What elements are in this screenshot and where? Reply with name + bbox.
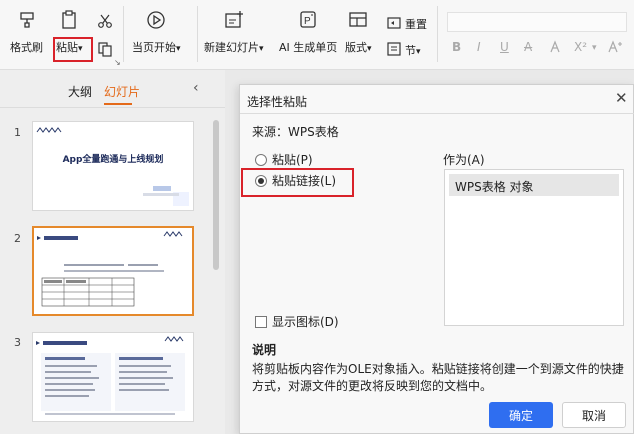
dialog-divider [240, 113, 634, 114]
show-icon-label: 显示图标(D) [272, 315, 339, 329]
source-label: 来源：WPS表格 [252, 125, 339, 139]
section-button-label[interactable]: 节▾ [405, 42, 421, 58]
from-current-slide-label: 当页开始▾ [132, 39, 181, 55]
chevron-down-icon: ▾ [259, 44, 264, 54]
as-list-item[interactable]: WPS表格 对象 [449, 174, 619, 196]
close-icon[interactable]: ✕ [615, 89, 628, 107]
new-slide-label: 新建幻灯片▾ [204, 39, 264, 55]
collapse-panel-icon[interactable]: ‹ [193, 80, 199, 96]
slide-thumbnail-3[interactable] [32, 332, 194, 422]
layout-label: 版式▾ [345, 39, 372, 55]
ai-generate-slide-button[interactable]: P AI 生成单页 [279, 10, 337, 55]
svg-text:P: P [304, 16, 311, 27]
from-current-text: 当页开始 [132, 41, 176, 54]
layout-button[interactable]: 版式▾ [345, 10, 372, 55]
paste-option-label: 粘贴(P) [272, 153, 313, 167]
panel-scrollbar[interactable] [213, 120, 219, 270]
underline-button[interactable]: U [500, 40, 509, 54]
text-effect-icon [608, 40, 622, 53]
slide-thumbnail-2[interactable] [32, 226, 194, 316]
paste-highlight-box [53, 37, 93, 62]
scissors-icon[interactable] [96, 12, 114, 30]
slide-1-preview [36, 127, 189, 206]
ai-generate-slide-label: AI 生成单页 [279, 41, 338, 54]
chevron-down-icon: ▾ [416, 47, 421, 57]
strikethrough-button[interactable]: A [524, 40, 532, 54]
clipboard-dialog-launcher-icon[interactable]: ↘ [114, 58, 121, 67]
section-text: 节 [405, 44, 416, 57]
description-title: 说明 [252, 343, 277, 357]
slide-number: 3 [14, 336, 21, 349]
reset-button-label[interactable]: 重置 [405, 16, 427, 32]
new-slide-icon [224, 10, 244, 30]
section-icon[interactable] [385, 40, 403, 58]
font-name-select[interactable] [447, 12, 627, 32]
slide-3-preview [36, 336, 185, 415]
as-label: 作为(A) [443, 153, 485, 167]
play-icon [146, 10, 166, 30]
from-current-slide-button[interactable]: 当页开始▾ [132, 10, 181, 55]
format-painter-label: 格式刷 [10, 41, 43, 54]
show-icon-option[interactable]: 显示图标(D) [255, 313, 339, 330]
italic-button[interactable]: I [477, 40, 481, 54]
chevron-down-icon[interactable]: ▾ [592, 43, 597, 53]
slide-number: 1 [14, 126, 21, 139]
dialog-title: 选择性粘贴 [247, 95, 308, 109]
slide-number: 2 [14, 232, 21, 245]
superscript-button[interactable]: X² [574, 40, 587, 54]
ribbon-divider [437, 6, 438, 62]
description-text: 将剪贴板内容作为OLE对象插入。粘贴链接将创建一个到源文件的快捷方式，对源文件的… [252, 362, 624, 393]
ribbon: 格式刷 粘贴▾ ↘ 当页开始▾ 新建幻灯片▾ P AI 生成单页 版式▾ 重置 … [0, 0, 634, 70]
app-window: 格式刷 粘贴▾ ↘ 当页开始▾ 新建幻灯片▾ P AI 生成单页 版式▾ 重置 … [0, 0, 634, 434]
tab-outline[interactable]: 大纲 [68, 83, 92, 100]
ribbon-divider [197, 6, 198, 62]
panel-tabs: 大纲 幻灯片 ‹ [0, 70, 225, 108]
paste-option[interactable]: 粘贴(P) [255, 151, 313, 168]
chevron-down-icon: ▾ [176, 44, 181, 54]
new-slide-text: 新建幻灯片 [204, 41, 259, 54]
font-color-button[interactable] [548, 40, 562, 57]
active-tab-indicator [104, 103, 132, 105]
paste-radio[interactable] [255, 153, 267, 166]
chevron-down-icon: ▾ [367, 44, 372, 54]
slide-2-preview [37, 231, 183, 307]
bold-button[interactable]: B [452, 40, 461, 54]
ai-slide-icon: P [298, 10, 318, 30]
format-painter-icon [17, 10, 37, 30]
show-icon-checkbox[interactable] [255, 315, 267, 328]
layout-icon [348, 10, 368, 30]
ribbon-divider [123, 6, 124, 62]
slide-thumbnail-1[interactable]: App全量跑通与上线规划 [32, 121, 194, 211]
reset-icon[interactable] [385, 14, 403, 32]
layout-text: 版式 [345, 41, 367, 54]
paste-special-dialog: 选择性粘贴 ✕ 来源：WPS表格 粘贴(P) 粘贴链接(L) 作为(A) WPS… [239, 84, 634, 434]
cancel-button[interactable]: 取消 [562, 402, 626, 428]
paste-link-highlight-box [241, 168, 354, 197]
slide-1-title: App全量跑通与上线规划 [62, 155, 164, 165]
as-listbox[interactable]: WPS表格 对象 [444, 169, 624, 326]
paste-icon [59, 10, 79, 30]
font-color-icon [550, 40, 560, 53]
copy-icon[interactable] [96, 40, 114, 58]
ok-button[interactable]: 确定 [489, 402, 553, 428]
format-painter-button[interactable]: 格式刷 [10, 10, 43, 55]
tab-slides[interactable]: 幻灯片 [104, 83, 140, 100]
text-effect-button[interactable] [607, 40, 623, 57]
slides-panel: 大纲 幻灯片 ‹ 1 App全量跑通与上线规划 2 3 [0, 70, 225, 434]
new-slide-button[interactable]: 新建幻灯片▾ [204, 10, 264, 55]
